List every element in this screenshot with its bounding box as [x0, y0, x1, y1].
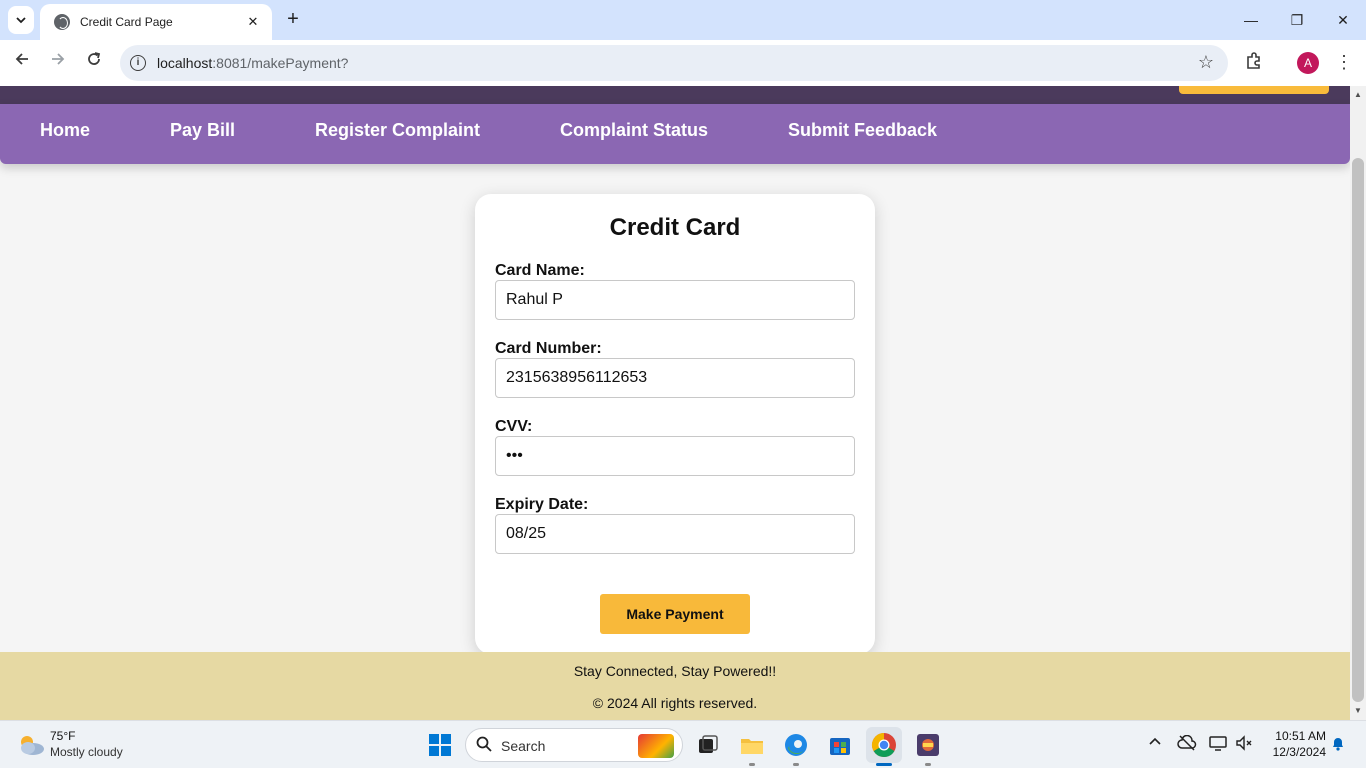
weather-cloud-icon[interactable]	[16, 733, 44, 755]
cvv-label: CVV:	[495, 418, 533, 435]
expiry-date-input[interactable]	[495, 514, 855, 554]
nav-home[interactable]: Home	[40, 120, 90, 141]
card-number-label: Card Number:	[495, 340, 602, 357]
taskbar: 75°F Mostly cloudy Search 10:51 AM 12/3/…	[0, 720, 1366, 768]
search-placeholder: Search	[501, 738, 546, 754]
header-button[interactable]	[1179, 86, 1329, 94]
card-name-input[interactable]	[495, 280, 855, 320]
weather-temp[interactable]: 75°F	[50, 729, 75, 743]
task-view-icon[interactable]	[694, 731, 722, 759]
search-icon	[476, 736, 492, 757]
display-icon[interactable]	[1208, 735, 1228, 755]
forward-icon[interactable]	[46, 51, 70, 75]
page-scrollbar[interactable]: ▲ ▼	[1350, 86, 1366, 720]
globe-icon	[54, 14, 70, 30]
cvv-input[interactable]	[495, 436, 855, 476]
scroll-up-icon[interactable]: ▲	[1353, 90, 1363, 99]
tab-title: Credit Card Page	[80, 15, 173, 29]
search-highlight-icon	[638, 734, 674, 758]
browser-toolbar: i localhost:8081/makePayment? ☆ A ⋮	[0, 40, 1366, 86]
footer-copyright: © 2024 All rights reserved.	[592, 695, 758, 711]
profile-avatar[interactable]: A	[1297, 52, 1319, 74]
credit-card-form: Credit Card Card Name: Card Number: CVV:…	[475, 194, 875, 654]
minimize-icon[interactable]: —	[1236, 8, 1266, 32]
new-tab-button[interactable]: +	[282, 8, 304, 32]
page-viewport: Home Pay Bill Register Complaint Complai…	[0, 86, 1350, 720]
volume-icon[interactable]	[1235, 735, 1255, 755]
star-icon[interactable]: ☆	[1198, 52, 1214, 73]
site-navbar: Home Pay Bill Register Complaint Complai…	[0, 104, 1350, 164]
clock-date[interactable]: 12/3/2024	[1262, 745, 1326, 759]
footer-tagline: Stay Connected, Stay Powered!!	[573, 663, 777, 679]
bell-icon[interactable]	[1328, 735, 1348, 755]
weather-desc[interactable]: Mostly cloudy	[50, 745, 123, 759]
url-text[interactable]: localhost:8081/makePayment?	[157, 55, 348, 71]
browser-titlebar: Credit Card Page ✕ + — ❐ ✕	[0, 0, 1366, 40]
form-title: Credit Card	[609, 214, 741, 241]
extensions-icon[interactable]	[1243, 51, 1265, 73]
windows-start-icon[interactable]	[426, 731, 454, 759]
nav-register-complaint[interactable]: Register Complaint	[315, 120, 480, 141]
scrollbar-thumb[interactable]	[1352, 158, 1364, 702]
tab-close-icon[interactable]: ✕	[244, 14, 262, 30]
site-footer: Stay Connected, Stay Powered!! © 2024 Al…	[0, 652, 1350, 720]
site-info-icon[interactable]: i	[130, 55, 146, 71]
address-bar[interactable]: i localhost:8081/makePayment? ☆	[120, 45, 1228, 81]
expiry-date-label: Expiry Date:	[495, 496, 589, 513]
back-icon[interactable]	[10, 51, 34, 75]
menu-icon[interactable]: ⋮	[1334, 50, 1354, 74]
edge-icon[interactable]	[782, 731, 810, 759]
chrome-icon[interactable]	[866, 727, 902, 763]
browser-tab[interactable]: Credit Card Page ✕	[40, 4, 272, 40]
nav-pay-bill[interactable]: Pay Bill	[170, 120, 235, 141]
chevron-up-icon[interactable]	[1145, 735, 1165, 753]
nav-submit-feedback[interactable]: Submit Feedback	[788, 120, 937, 141]
app-icon[interactable]	[914, 731, 942, 759]
restore-icon[interactable]: ❐	[1282, 8, 1312, 32]
store-icon[interactable]	[826, 731, 854, 759]
nav-complaint-status[interactable]: Complaint Status	[560, 120, 708, 141]
scroll-down-icon[interactable]: ▼	[1353, 706, 1363, 715]
file-explorer-icon[interactable]	[738, 731, 766, 759]
card-name-label: Card Name:	[495, 262, 585, 279]
tab-list-icon[interactable]	[8, 6, 34, 34]
reload-icon[interactable]	[82, 51, 106, 75]
card-number-input[interactable]	[495, 358, 855, 398]
clock-time[interactable]: 10:51 AM	[1266, 729, 1326, 743]
make-payment-button[interactable]: Make Payment	[600, 594, 750, 634]
close-window-icon[interactable]: ✕	[1328, 8, 1358, 32]
site-header	[0, 86, 1350, 104]
taskbar-search[interactable]: Search	[465, 728, 683, 762]
cloud-off-icon[interactable]	[1177, 734, 1197, 755]
